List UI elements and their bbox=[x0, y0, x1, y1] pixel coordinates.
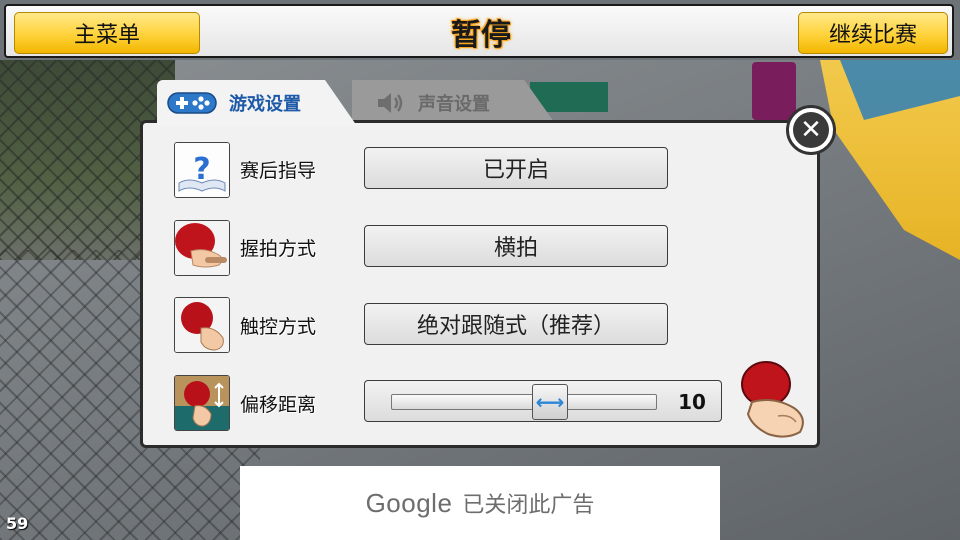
close-button[interactable]: ✕ bbox=[786, 105, 836, 155]
paddle-hand-icon bbox=[738, 360, 810, 440]
offset-distance-slider: ⟷ 10 bbox=[364, 380, 722, 422]
ad-closed-text: 已关闭此广告 bbox=[462, 493, 595, 518]
close-icon: ✕ bbox=[793, 112, 829, 148]
ad-brand: Google bbox=[365, 487, 453, 518]
top-bar: 主菜单 暂停 继续比赛 bbox=[4, 4, 954, 58]
grip-style-label: 握拍方式 bbox=[240, 237, 317, 260]
offset-paddle-icon bbox=[174, 375, 230, 431]
horizontal-arrows-icon: ⟷ bbox=[535, 390, 565, 414]
speaker-icon bbox=[376, 91, 406, 115]
paddle-grip-icon bbox=[174, 220, 230, 276]
touch-mode-label: 触控方式 bbox=[240, 315, 317, 338]
slider-thumb[interactable]: ⟷ bbox=[532, 384, 568, 420]
tab-game-settings[interactable]: 游戏设置 bbox=[157, 80, 357, 126]
slider-track[interactable]: ⟷ bbox=[391, 384, 657, 420]
pause-title: 暂停 bbox=[451, 18, 511, 53]
postgame-guide-toggle[interactable]: 已开启 bbox=[364, 147, 668, 189]
offset-distance-label: 偏移距离 bbox=[240, 393, 317, 416]
gamepad-icon bbox=[167, 90, 217, 116]
postgame-guide-label: 赛后指导 bbox=[240, 159, 317, 182]
background-bag bbox=[752, 62, 796, 120]
help-book-icon: ? bbox=[174, 142, 230, 198]
grip-style-selector[interactable]: 横拍 bbox=[364, 225, 668, 267]
svg-text:?: ? bbox=[193, 152, 210, 187]
fps-counter: 59 bbox=[6, 514, 29, 533]
main-menu-button[interactable]: 主菜单 bbox=[14, 12, 200, 54]
touch-paddle-icon bbox=[174, 297, 230, 353]
continue-match-button[interactable]: 继续比赛 bbox=[798, 12, 948, 54]
tab-sound-label: 声音设置 bbox=[418, 94, 490, 115]
offset-distance-value: 10 bbox=[678, 390, 706, 414]
touch-mode-selector[interactable]: 绝对跟随式（推荐） bbox=[364, 303, 668, 345]
tab-game-label: 游戏设置 bbox=[229, 94, 301, 115]
ad-banner[interactable]: Google 已关闭此广告 bbox=[240, 466, 720, 540]
